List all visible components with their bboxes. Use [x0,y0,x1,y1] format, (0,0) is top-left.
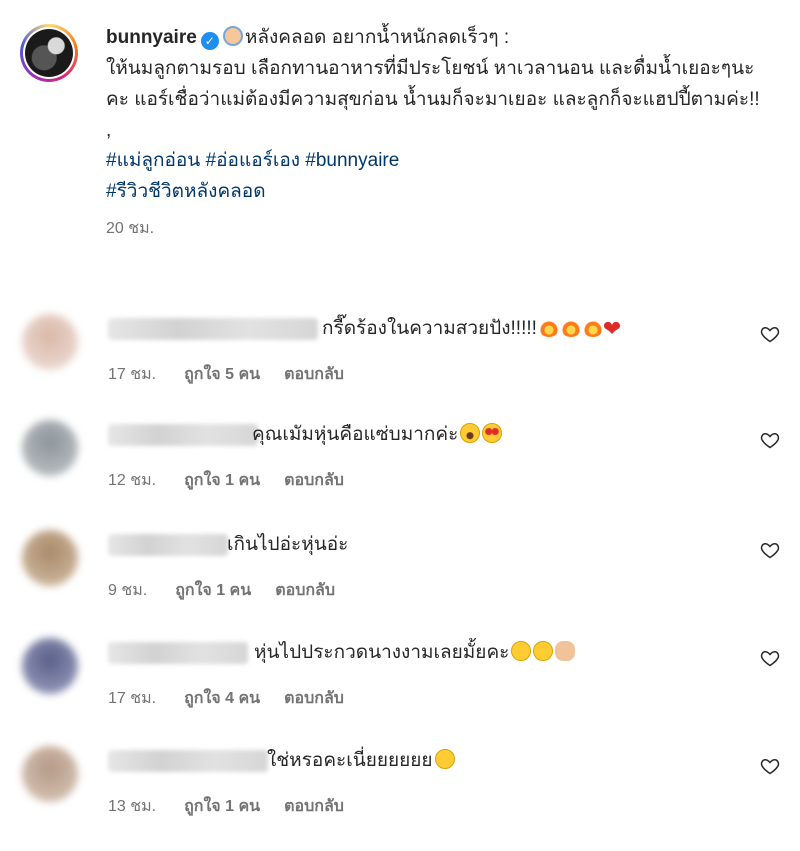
heart-outline-icon[interactable] [760,430,780,450]
commenter-username-blurred[interactable] [108,750,268,772]
comment-item: ใช่หรอคะเนี่ยยยยยย 13 ชม. ถูกใจ 1 คน ตอบกล… [22,746,782,846]
commenter-avatar[interactable] [22,746,78,802]
comment-meta: 13 ชม. ถูกใจ 1 คน ตอบกลับ [108,794,368,819]
fire-emoji-icon [582,317,603,337]
commenter-avatar[interactable] [22,420,78,476]
fire-emoji-icon [560,317,581,337]
comment-text: เกินไปอ่ะหุ่นอ่ะ [227,534,349,555]
comment-text: ใช่หรอคะเนี่ยยยยยย [267,746,455,776]
laughing-emoji-icon [434,749,455,769]
comment-item: หุ่นไปประกวดนางงามเลยมั้ยคะ 17 ชม. ถูกใจ … [22,638,782,738]
comment-time: 17 ชม. [108,366,157,383]
avatar-image [25,29,73,77]
reply-button[interactable]: ตอบกลับ [284,472,344,489]
hashtags-line2[interactable]: #รีวิวชีวิตหลังคลอด [106,176,766,207]
commenter-username-blurred[interactable] [108,534,228,556]
comment-time: 17 ชม. [108,690,157,707]
comment-item: คุณเมัมหุ่นคือแซ่บมากค่ะ 12 ชม. ถูกใจ 1 ค… [22,420,782,520]
caption-text: bunnyaire ✓ หลังคลอด อยากน้ำหนักลดเร็วๆ : … [106,22,766,244]
heart-outline-icon[interactable] [760,756,780,776]
comment-time: 13 ชม. [108,798,157,815]
commenter-username-blurred[interactable] [108,318,318,340]
heart-eyes-emoji-icon [482,423,503,443]
laughing-emoji-icon [533,641,554,661]
reply-button[interactable]: ตอบกลับ [284,798,344,815]
reply-button[interactable]: ตอบกลับ [284,690,344,707]
comment-likes[interactable]: ถูกใจ 5 คน [184,366,260,383]
astonished-emoji-icon [460,423,481,443]
comment-meta: 9 ชม. ถูกใจ 1 คน ตอบกลับ [108,578,359,603]
comment-meta: 17 ชม. ถูกใจ 4 คน ตอบกลับ [108,686,368,711]
comment-text: หุ่นไปประกวดนางงามเลยมั้ยคะ [254,638,576,668]
post-time: 20 ชม. [106,220,155,237]
hand-emoji-icon [555,641,576,661]
heart-outline-icon[interactable] [760,324,780,344]
comment-item: กรี๊ดร้องในความสวยปัง!!!!! ❤ 17 ชม. ถูกใจ … [22,314,782,414]
reply-button[interactable]: ตอบกลับ [284,366,344,383]
commenter-avatar[interactable] [22,314,78,370]
comment-item: เกินไปอ่ะหุ่นอ่ะ 9 ชม. ถูกใจ 1 คน ตอบกลับ [22,530,782,630]
caption-body: ให้นมลูกตามรอบ เลือกทานอาหารที่มีประโยชน… [106,58,760,110]
comment-time: 9 ชม. [108,582,148,599]
comment-likes[interactable]: ถูกใจ 1 คน [184,472,260,489]
comment-likes[interactable]: ถูกใจ 1 คน [184,798,260,815]
comment-text: กรี๊ดร้องในความสวยปัง!!!!! ❤ [322,316,622,341]
smirk-emoji-icon [511,641,532,661]
commenter-username-blurred[interactable] [108,642,248,664]
comment-meta: 17 ชม. ถูกใจ 5 คน ตอบกลับ [108,362,368,387]
heart-outline-icon[interactable] [760,648,780,668]
comment-meta: 12 ชม. ถูกใจ 1 คน ตอบกลับ [108,468,368,493]
caption-line1: หลังคลอด อยากน้ำหนักลดเร็วๆ : [244,27,510,48]
reply-button[interactable]: ตอบกลับ [275,582,335,599]
author-avatar[interactable] [20,24,78,82]
author-username[interactable]: bunnyaire [106,27,197,48]
commenter-avatar[interactable] [22,530,78,586]
baby-emoji-icon [222,26,243,46]
comment-text: คุณเมัมหุ่นคือแซ่บมากค่ะ [252,420,503,450]
comment-likes[interactable]: ถูกใจ 4 คน [184,690,260,707]
red-heart-emoji-icon: ❤ [602,316,622,341]
caption-separator: , [106,120,112,141]
commenter-avatar[interactable] [22,638,78,694]
fire-emoji-icon [538,317,559,337]
comment-time: 12 ชม. [108,472,157,489]
verified-badge-icon: ✓ [200,32,219,50]
commenter-username-blurred[interactable] [108,424,258,446]
hashtags-line1[interactable]: #แม่ลูกอ่อน #อ่อแอร์เอง #bunnyaire [106,145,766,176]
heart-outline-icon[interactable] [760,540,780,560]
comment-likes[interactable]: ถูกใจ 1 คน [175,582,251,599]
